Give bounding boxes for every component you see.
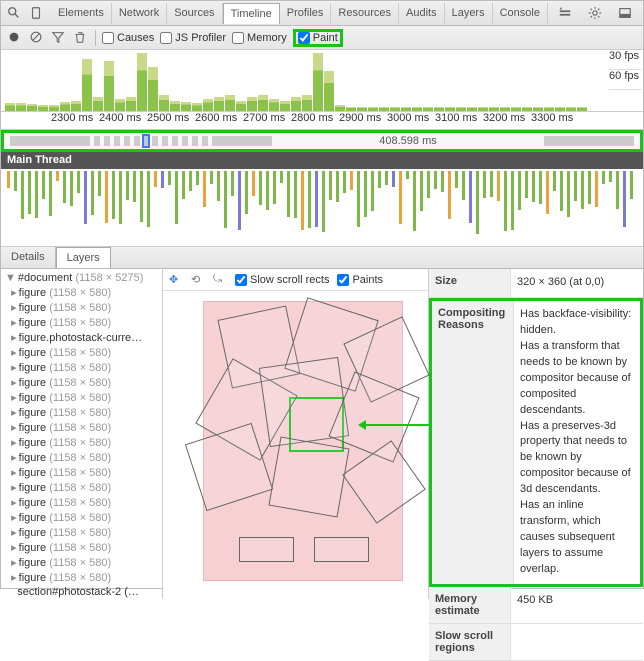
tree-item[interactable]: ▸figure (1158 × 580): [1, 465, 162, 480]
layer-canvas[interactable]: ✥ ⟲ ⤿ Slow scroll rects Paints: [163, 269, 428, 599]
selection-arrow: [361, 424, 429, 426]
tree-item[interactable]: ▸figure (1158 × 580): [1, 510, 162, 525]
tab-audits[interactable]: Audits: [399, 3, 445, 24]
main-toolbar: Elements Network Sources Timeline Profil…: [1, 1, 643, 26]
tab-network[interactable]: Network: [112, 3, 167, 24]
tree-item[interactable]: ▸figure (1158 × 580): [1, 480, 162, 495]
jsprofiler-checkbox[interactable]: JS Profiler: [160, 32, 226, 44]
tree-item[interactable]: ▸figure (1158 × 580): [1, 555, 162, 570]
tab-profiles[interactable]: Profiles: [280, 3, 332, 24]
mainthread-header: Main Thread: [1, 152, 643, 169]
device-icon[interactable]: [27, 4, 45, 22]
layer-tree[interactable]: ▼#document (1158 × 5275) ▸figure (1158 ×…: [1, 269, 163, 599]
tree-item[interactable]: ▸figure.photostack-curre…: [1, 330, 162, 345]
panel-tabs: Elements Network Sources Timeline Profil…: [51, 3, 548, 24]
details-pane: ▼#document (1158 × 5275) ▸figure (1158 ×…: [1, 269, 643, 599]
tree-item[interactable]: ▸figure (1158 × 580): [1, 360, 162, 375]
prop-slow-val: [511, 624, 643, 660]
fps-30-label: 30 fps: [609, 50, 641, 70]
tab-resources[interactable]: Resources: [331, 3, 399, 24]
tree-item[interactable]: ▸figure (1158 × 580): [1, 300, 162, 315]
layer-stage[interactable]: [203, 301, 403, 581]
prop-mem-key: Memory estimate: [429, 587, 511, 623]
layer-properties: Size320 × 360 (at 0,0) Compositing Reaso…: [428, 269, 643, 599]
tab-console[interactable]: Console: [493, 3, 548, 24]
paints-checkbox[interactable]: Paints: [337, 274, 383, 286]
tree-item[interactable]: ▸figure (1158 × 580): [1, 375, 162, 390]
fps-chart[interactable]: 30 fps 60 fps: [1, 50, 643, 112]
time-ruler: 2300 ms2400 ms2500 ms2600 ms2700 ms2800 …: [1, 112, 643, 130]
gear-icon[interactable]: [585, 4, 605, 22]
reset-icon[interactable]: ⤿: [213, 273, 227, 286]
prop-mem-val: 450 KB: [511, 587, 643, 623]
tab-sources[interactable]: Sources: [167, 3, 222, 24]
dock-icon[interactable]: [615, 4, 635, 22]
tree-item[interactable]: ▸figure (1158 × 580): [1, 540, 162, 555]
search-icon[interactable]: [5, 4, 23, 22]
tab-layers-detail[interactable]: Layers: [56, 247, 111, 268]
filter-icon[interactable]: [51, 30, 67, 46]
slowrects-checkbox[interactable]: Slow scroll rects: [235, 274, 329, 286]
tree-item[interactable]: ▸figure (1158 × 580): [1, 450, 162, 465]
drawer-icon[interactable]: [555, 4, 575, 22]
tree-item[interactable]: ▸figure (1158 × 580): [1, 420, 162, 435]
clear-icon[interactable]: [29, 30, 45, 46]
tree-item[interactable]: ▸figure (1158 × 580): [1, 435, 162, 450]
tab-timeline[interactable]: Timeline: [223, 3, 280, 24]
details-tabs: Details Layers: [1, 247, 643, 269]
tree-item[interactable]: ▸figure (1158 × 580): [1, 495, 162, 510]
timeline-toolbar: Causes JS Profiler Memory Paint: [1, 26, 643, 50]
prop-slow-key: Slow scroll regions: [429, 624, 511, 660]
garbage-icon[interactable]: [73, 30, 89, 46]
flame-chart[interactable]: [1, 169, 643, 247]
tree-item[interactable]: ▸figure (1158 × 580): [1, 345, 162, 360]
tab-details[interactable]: Details: [1, 247, 56, 268]
tree-item[interactable]: ▸figure (1158 × 580): [1, 405, 162, 420]
tab-layers[interactable]: Layers: [445, 3, 493, 24]
tree-item[interactable]: ▸figure (1158 × 580): [1, 390, 162, 405]
canvas-toolbar: ✥ ⟲ ⤿ Slow scroll rects Paints: [163, 269, 428, 291]
tab-elements[interactable]: Elements: [51, 3, 112, 24]
prop-size-val: 320 × 360 (at 0,0): [511, 269, 643, 297]
causes-checkbox[interactable]: Causes: [102, 32, 154, 44]
fps-bars: [1, 53, 613, 111]
prop-size-key: Size: [429, 269, 511, 297]
overview-selection[interactable]: [142, 134, 150, 148]
record-icon[interactable]: [7, 30, 23, 46]
tree-item[interactable]: ▸figure (1158 × 580): [1, 315, 162, 330]
overview-strip[interactable]: 408.598 ms: [1, 130, 643, 152]
tree-item[interactable]: ▸figure (1158 × 580): [1, 285, 162, 300]
memory-checkbox[interactable]: Memory: [232, 32, 287, 44]
pan-icon[interactable]: ✥: [169, 273, 183, 286]
prop-reasons-key: Compositing Reasons: [432, 301, 514, 584]
overview-time: 408.598 ms: [274, 135, 542, 147]
tree-item[interactable]: ▸figure (1158 × 580): [1, 570, 162, 585]
tree-item[interactable]: ▸figure (1158 × 580): [1, 525, 162, 540]
paint-checkbox[interactable]: Paint: [293, 29, 343, 47]
prop-reasons-val: Has backface-visibility: hidden. Has a t…: [514, 301, 640, 584]
fps-60-label: 60 fps: [609, 70, 641, 90]
rotate-icon[interactable]: ⟲: [191, 273, 205, 286]
